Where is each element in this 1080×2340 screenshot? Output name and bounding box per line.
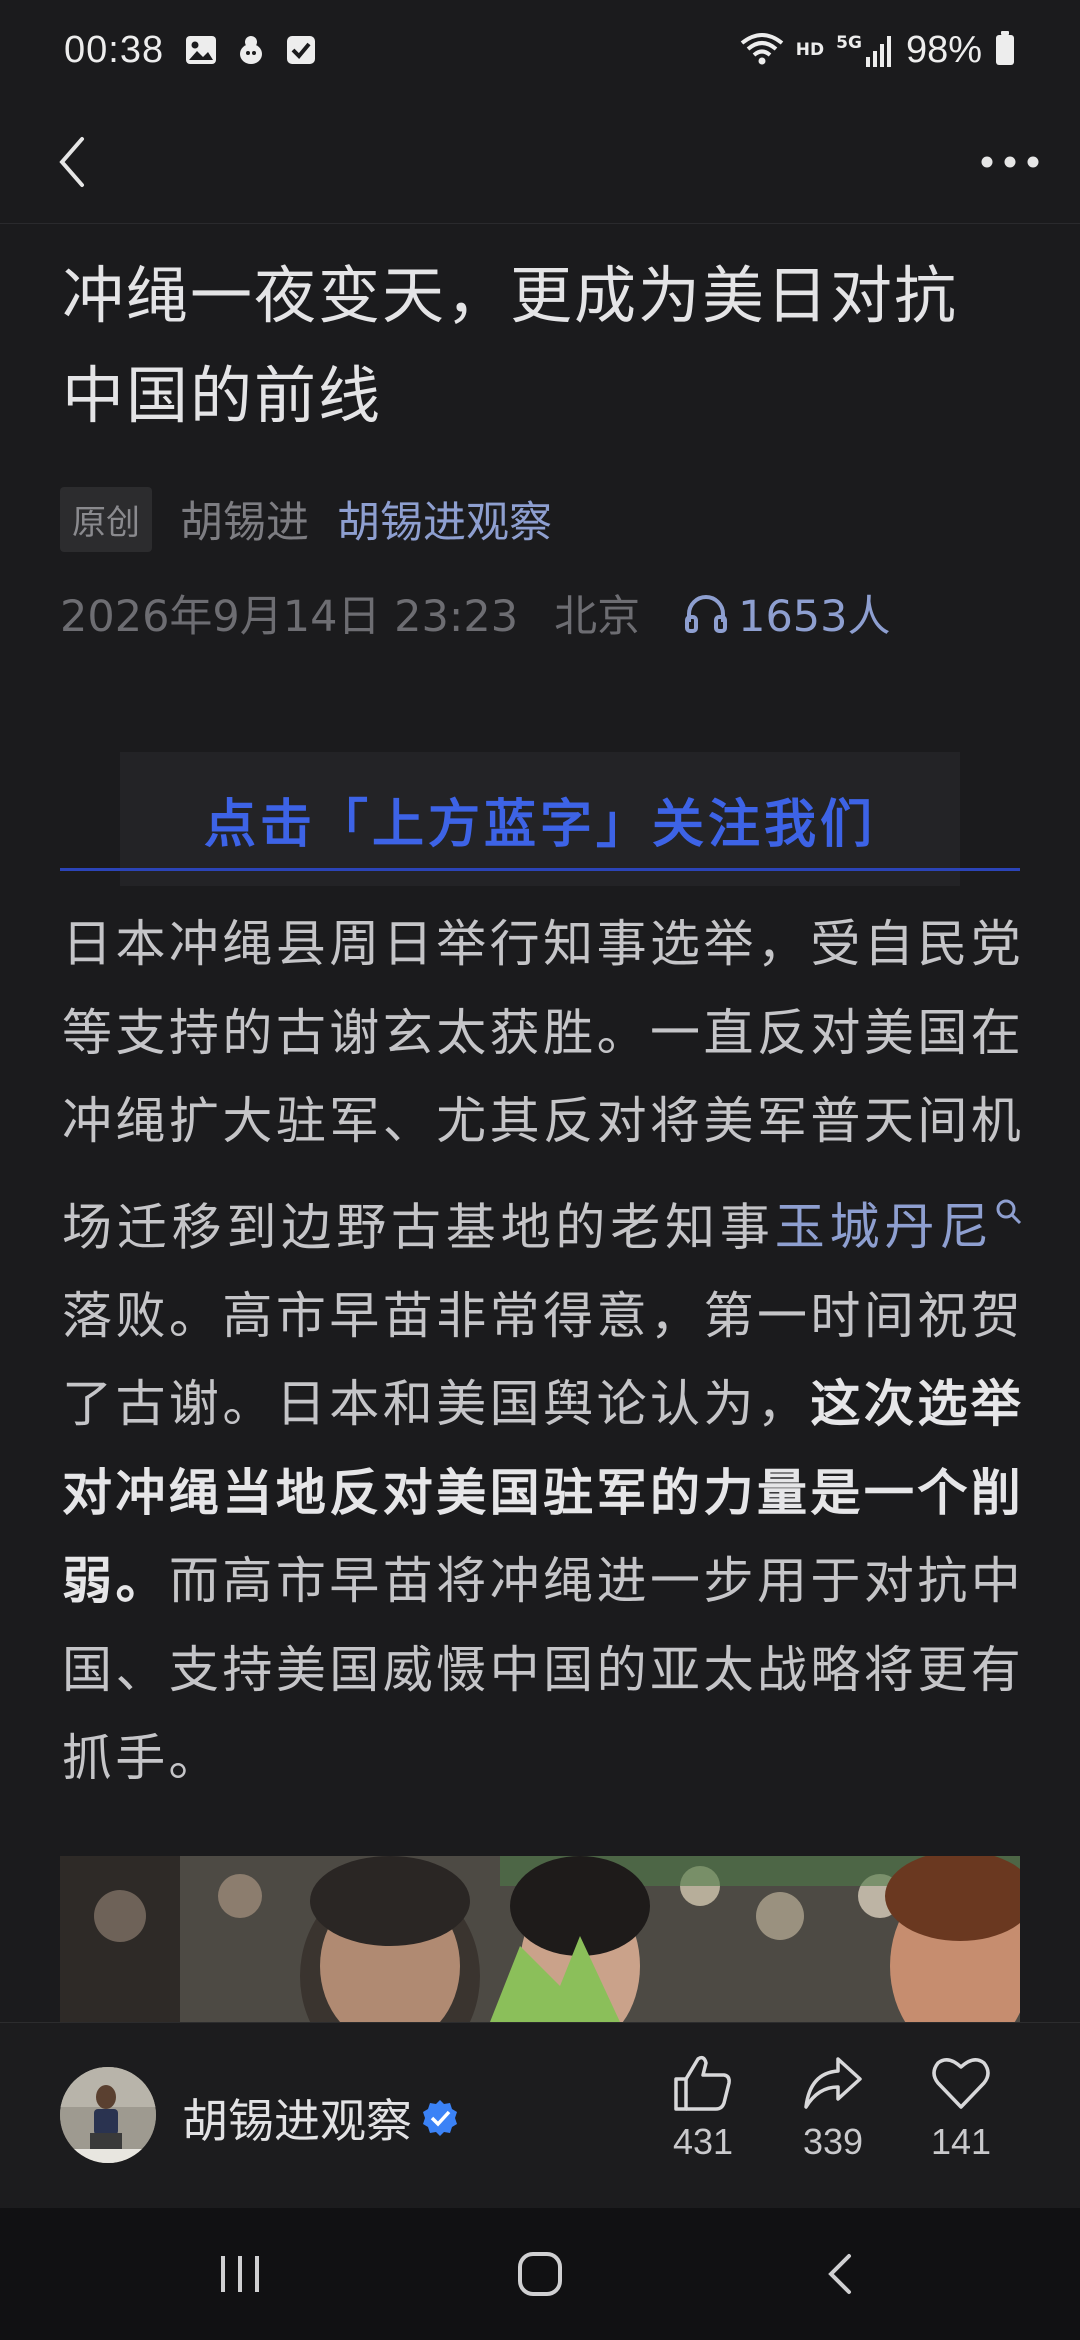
listen-button[interactable]: 1653人 bbox=[684, 582, 891, 644]
favorite-count: 141 bbox=[930, 2121, 992, 2162]
wifi-icon bbox=[740, 31, 784, 69]
recent-apps-icon bbox=[221, 2256, 259, 2292]
account-name: 胡锡进观察 bbox=[182, 2094, 412, 2148]
like-button[interactable]: 431 bbox=[648, 2053, 758, 2163]
original-badge: 原创 bbox=[60, 486, 152, 552]
search-icon bbox=[994, 1166, 1024, 1255]
recent-apps-button[interactable] bbox=[180, 2232, 300, 2316]
gallery-icon bbox=[184, 33, 218, 67]
more-options-button[interactable] bbox=[970, 122, 1050, 202]
heart-icon bbox=[932, 2058, 990, 2109]
article-body: 日本冲绳县周日举行知事选举，受自民党等支持的古谢玄太获胜。一直反对美国在冲绳扩大… bbox=[62, 900, 1024, 1803]
app-notification-icon bbox=[234, 33, 268, 67]
battery-percent: 98% bbox=[905, 28, 982, 71]
verified-icon bbox=[420, 2098, 460, 2138]
share-count: 339 bbox=[802, 2121, 864, 2162]
status-notification-icons bbox=[184, 33, 318, 67]
person-link-text: 玉城丹尼 bbox=[774, 1198, 994, 1257]
account-avatar[interactable] bbox=[60, 2067, 156, 2163]
status-bar: 00:38 HD 5G 98% bbox=[0, 0, 1080, 100]
signal-icon: 5G bbox=[836, 33, 894, 67]
back-nav-icon bbox=[828, 2254, 851, 2294]
back-button[interactable] bbox=[32, 122, 112, 202]
hd-label: HD bbox=[795, 40, 825, 60]
5g-label: 5G bbox=[836, 33, 862, 53]
follow-divider bbox=[60, 868, 1020, 871]
home-button[interactable] bbox=[480, 2232, 600, 2316]
checkbox-icon bbox=[284, 33, 318, 67]
article-photo[interactable] bbox=[60, 1856, 1020, 2022]
favorite-button[interactable]: 141 bbox=[906, 2053, 1016, 2163]
top-app-bar bbox=[0, 100, 1080, 224]
publish-datetime: 2026年9月14日 23:23 bbox=[60, 592, 519, 642]
status-system-icons: HD 5G 98% bbox=[740, 29, 1016, 72]
bottom-action-bar: 胡锡进观察 431 339 141 bbox=[0, 2022, 1080, 2208]
avatar-image bbox=[60, 2067, 156, 2163]
follow-banner-text: 点击「上方蓝字」关注我们 bbox=[203, 794, 876, 855]
thumbs-up-icon bbox=[674, 2055, 731, 2111]
publish-location: 北京 bbox=[554, 592, 641, 642]
home-icon bbox=[518, 2252, 562, 2296]
account-link[interactable]: 胡锡进观察 bbox=[337, 488, 552, 550]
body-text-part3: 而高市早苗将冲绳进一步用于对抗中国、支持美国威慑中国的亚太战略将更有抓手。 bbox=[62, 1552, 1024, 1788]
account-name-row[interactable]: 胡锡进观察 bbox=[182, 2085, 460, 2151]
follow-banner[interactable]: 点击「上方蓝字」关注我们 bbox=[120, 752, 960, 886]
share-arrow-icon bbox=[804, 2057, 862, 2109]
share-button[interactable]: 339 bbox=[778, 2053, 888, 2163]
article-title: 冲绳一夜变天，更成为美日对抗中国的前线 bbox=[62, 259, 959, 432]
article-meta-author: 原创 胡锡进 胡锡进观察 bbox=[60, 486, 552, 552]
headphones-icon bbox=[685, 595, 728, 633]
back-nav-button[interactable] bbox=[780, 2232, 900, 2316]
photo-content bbox=[60, 1856, 1020, 2022]
system-navigation-bar bbox=[0, 2208, 1080, 2340]
status-time: 00:38 bbox=[64, 28, 165, 71]
like-count: 431 bbox=[672, 2121, 734, 2162]
author-name: 胡锡进 bbox=[180, 498, 309, 548]
person-link[interactable]: 玉城丹尼 bbox=[775, 1198, 1024, 1256]
article-meta-info: 2026年9月14日 23:23 北京 1653人 bbox=[60, 580, 891, 646]
more-dots-icon bbox=[981, 156, 1039, 168]
battery-icon bbox=[994, 30, 1016, 70]
listener-count: 1653人 bbox=[738, 592, 891, 642]
chevron-left-icon bbox=[59, 137, 84, 187]
